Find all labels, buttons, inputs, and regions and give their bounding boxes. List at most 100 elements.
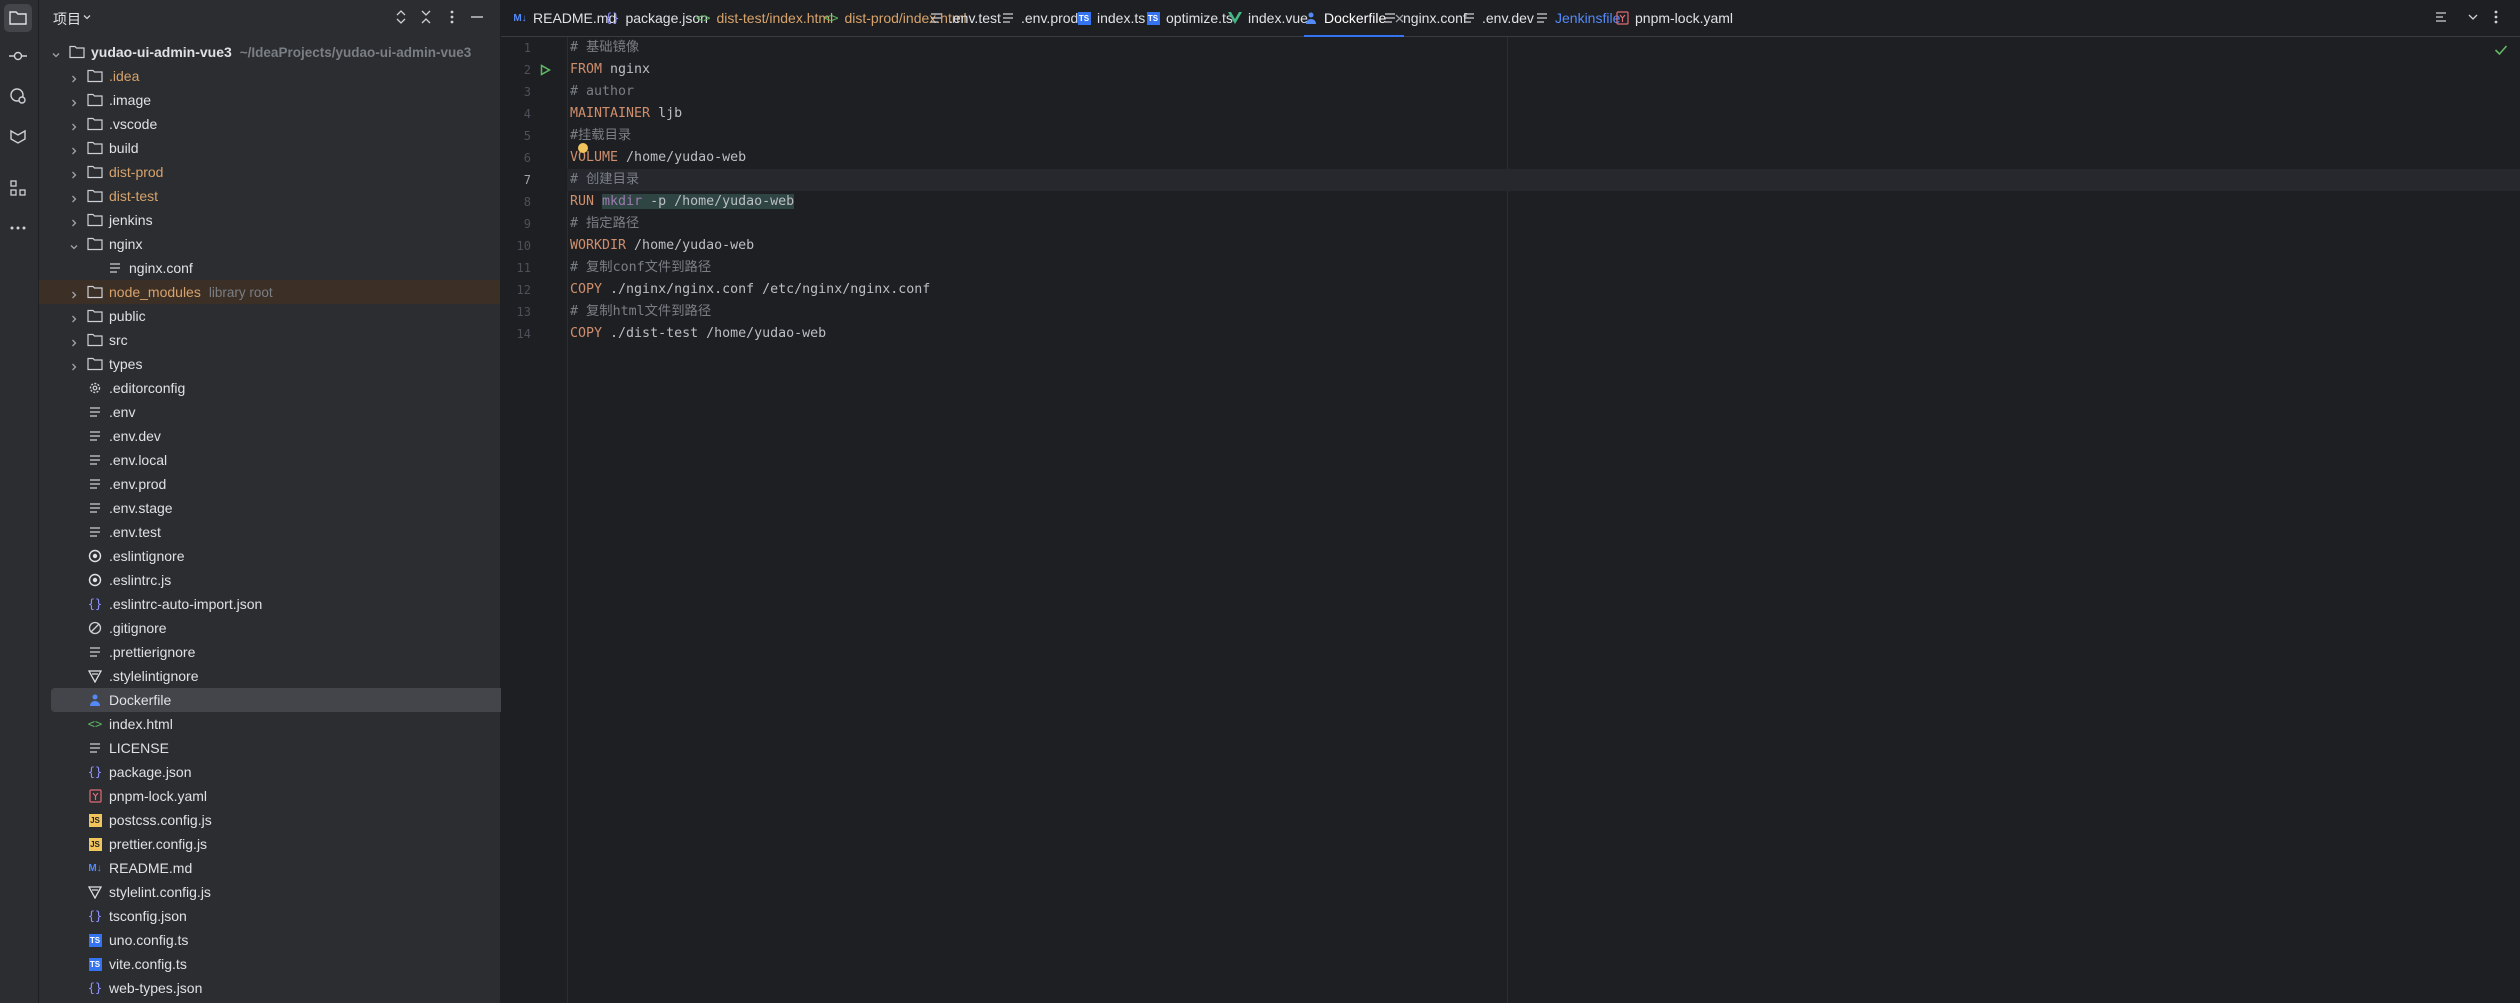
chevron-right-icon[interactable] bbox=[69, 95, 79, 107]
html-file-icon: <> bbox=[696, 11, 711, 25]
tree-item[interactable]: <> index.html bbox=[51, 712, 513, 736]
tree-item[interactable]: Dockerfile bbox=[51, 688, 513, 712]
tree-item[interactable]: .env.test bbox=[51, 520, 513, 544]
tree-item[interactable]: TS uno.config.ts bbox=[51, 928, 513, 952]
tree-item[interactable]: build bbox=[51, 136, 513, 160]
code-line[interactable]: VOLUME /home/yudao-web bbox=[570, 147, 746, 169]
services-tool-icon[interactable] bbox=[4, 82, 32, 110]
tree-item[interactable]: nginx.conf bbox=[51, 256, 513, 280]
tab-jenkinsfile[interactable]: Jenkinsfile bbox=[1535, 0, 1620, 36]
tree-item[interactable]: LICENSE bbox=[51, 736, 513, 760]
tab-index-vue[interactable]: index.vue bbox=[1228, 0, 1308, 36]
tab-options-icon[interactable] bbox=[2494, 10, 2498, 29]
chevron-down-icon[interactable] bbox=[82, 9, 92, 27]
project-tool-icon[interactable] bbox=[4, 4, 32, 32]
code-line[interactable]: # 创建目录 bbox=[570, 169, 639, 191]
tree-item[interactable]: .editorconfig bbox=[51, 376, 513, 400]
tab-pnpm-lock-yaml[interactable]: pnpm-lock.yaml bbox=[1615, 0, 1733, 36]
tree-item[interactable]: .env.local bbox=[51, 448, 513, 472]
tab-label: .env.dev bbox=[1482, 10, 1534, 26]
tree-item[interactable]: .env.stage bbox=[51, 496, 513, 520]
tree-item[interactable]: jenkins bbox=[51, 208, 513, 232]
code-editor[interactable]: 1 # 基础镜像 2 FROM nginx 3 # author 4 MAINTAINER l… bbox=[501, 37, 2520, 1003]
code-line[interactable]: RUN mkdir -p /home/yudao-web bbox=[570, 191, 795, 213]
tree-item[interactable]: {} package.json bbox=[51, 760, 513, 784]
tab-dist-test-index-html[interactable]: <> dist-test/index.html bbox=[696, 0, 833, 36]
code-line[interactable]: # 指定路径 bbox=[570, 213, 639, 235]
code-line[interactable]: # 复制html文件到路径 bbox=[570, 301, 711, 323]
tree-item[interactable]: .idea bbox=[51, 64, 513, 88]
code-line[interactable]: WORKDIR /home/yudao-web bbox=[570, 235, 754, 257]
hide-panel-icon[interactable] bbox=[467, 7, 487, 27]
tree-item[interactable]: M↓ README.md bbox=[51, 856, 513, 880]
chevron-right-icon[interactable] bbox=[69, 167, 79, 179]
more-tools-icon[interactable] bbox=[4, 214, 32, 242]
chevron-right-icon[interactable] bbox=[69, 287, 79, 299]
tree-item[interactable]: dist-test bbox=[51, 184, 513, 208]
code-line[interactable]: FROM nginx bbox=[570, 59, 650, 81]
code-line[interactable]: # author bbox=[570, 81, 634, 103]
tab-optimize-ts[interactable]: TS optimize.ts bbox=[1146, 0, 1233, 36]
code-line[interactable]: COPY ./nginx/nginx.conf /etc/nginx/nginx… bbox=[570, 279, 930, 301]
tree-item[interactable]: .eslintignore bbox=[51, 544, 513, 568]
tab-index-ts[interactable]: TS index.ts bbox=[1077, 0, 1145, 36]
tree-item[interactable]: .env.dev bbox=[51, 424, 513, 448]
code-line[interactable]: # 复制conf文件到路径 bbox=[570, 257, 711, 279]
tree-item[interactable]: {} tsconfig.json bbox=[51, 904, 513, 928]
intention-bulb-icon[interactable] bbox=[578, 143, 588, 153]
structure-tool-icon[interactable] bbox=[4, 174, 32, 202]
tree-item[interactable]: JS postcss.config.js bbox=[51, 808, 513, 832]
project-panel-title[interactable]: 项目 bbox=[53, 9, 81, 29]
tree-item[interactable]: pnpm-lock.yaml bbox=[51, 784, 513, 808]
tab--env-dev[interactable]: .env.dev bbox=[1462, 0, 1534, 36]
options-menu-icon[interactable] bbox=[442, 7, 462, 27]
tree-item[interactable]: JS prettier.config.js bbox=[51, 832, 513, 856]
chevron-down-icon[interactable] bbox=[69, 239, 79, 250]
tree-item[interactable]: .gitignore bbox=[51, 616, 513, 640]
tree-item[interactable]: .env.prod bbox=[51, 472, 513, 496]
chevron-right-icon[interactable] bbox=[69, 119, 79, 131]
tree-item[interactable]: .stylelintignore bbox=[51, 664, 513, 688]
chevron-right-icon[interactable] bbox=[69, 359, 79, 371]
tree-item[interactable]: {} web-types.json bbox=[51, 976, 513, 1000]
chevron-right-icon[interactable] bbox=[69, 215, 79, 227]
expand-all-icon[interactable] bbox=[391, 7, 411, 27]
inspection-ok-icon[interactable] bbox=[2494, 43, 2508, 61]
tree-item[interactable]: {} .eslintrc-auto-import.json bbox=[51, 592, 513, 616]
chevron-right-icon[interactable] bbox=[69, 191, 79, 203]
run-gutter-icon[interactable] bbox=[538, 59, 552, 81]
tab--env-prod[interactable]: .env.prod bbox=[1001, 0, 1078, 36]
tree-root[interactable]: yudao-ui-admin-vue3 ~/IdeaProjects/yudao-… bbox=[51, 40, 513, 64]
code-line[interactable]: MAINTAINER ljb bbox=[570, 103, 682, 125]
chevron-right-icon[interactable] bbox=[69, 311, 79, 323]
tree-item[interactable]: nginx bbox=[51, 232, 513, 256]
tree-item[interactable]: src bbox=[51, 328, 513, 352]
learn-tool-icon[interactable] bbox=[4, 122, 32, 150]
tree-item[interactable]: TS vite.config.ts bbox=[51, 952, 513, 976]
commit-tool-icon[interactable] bbox=[4, 42, 32, 70]
tree-item[interactable]: public bbox=[51, 304, 513, 328]
tab-readme-md[interactable]: M↓ README.md bbox=[513, 0, 616, 36]
tab-package-json[interactable]: {} package.json bbox=[605, 0, 708, 36]
tree-item-text: prettier.config.js bbox=[109, 836, 208, 852]
tree-item[interactable]: .vscode bbox=[51, 112, 513, 136]
tree-item[interactable]: .env bbox=[51, 400, 513, 424]
tab-list-chevron-icon[interactable] bbox=[2467, 10, 2479, 28]
tab-nginx-conf[interactable]: nginx.conf bbox=[1383, 0, 1467, 36]
tree-item[interactable]: .prettierignore bbox=[51, 640, 513, 664]
tree-item[interactable]: dist-prod bbox=[51, 160, 513, 184]
tree-item[interactable]: .image bbox=[51, 88, 513, 112]
chevron-down-icon[interactable] bbox=[51, 47, 61, 58]
code-line[interactable]: # 基础镜像 bbox=[570, 37, 639, 59]
chevron-right-icon[interactable] bbox=[69, 143, 79, 155]
tree-item[interactable]: types bbox=[51, 352, 513, 376]
code-line[interactable]: COPY ./dist-test /home/yudao-web bbox=[570, 323, 826, 345]
tree-item[interactable]: node_modules library root bbox=[39, 280, 500, 304]
collapse-all-icon[interactable] bbox=[416, 7, 436, 27]
tab-overflow-icon[interactable] bbox=[2434, 10, 2448, 29]
tab--env-test[interactable]: .env.test bbox=[929, 0, 1001, 36]
chevron-right-icon[interactable] bbox=[69, 335, 79, 347]
tree-item[interactable]: stylelint.config.js bbox=[51, 880, 513, 904]
tree-item[interactable]: .eslintrc.js bbox=[51, 568, 513, 592]
chevron-right-icon[interactable] bbox=[69, 71, 79, 83]
